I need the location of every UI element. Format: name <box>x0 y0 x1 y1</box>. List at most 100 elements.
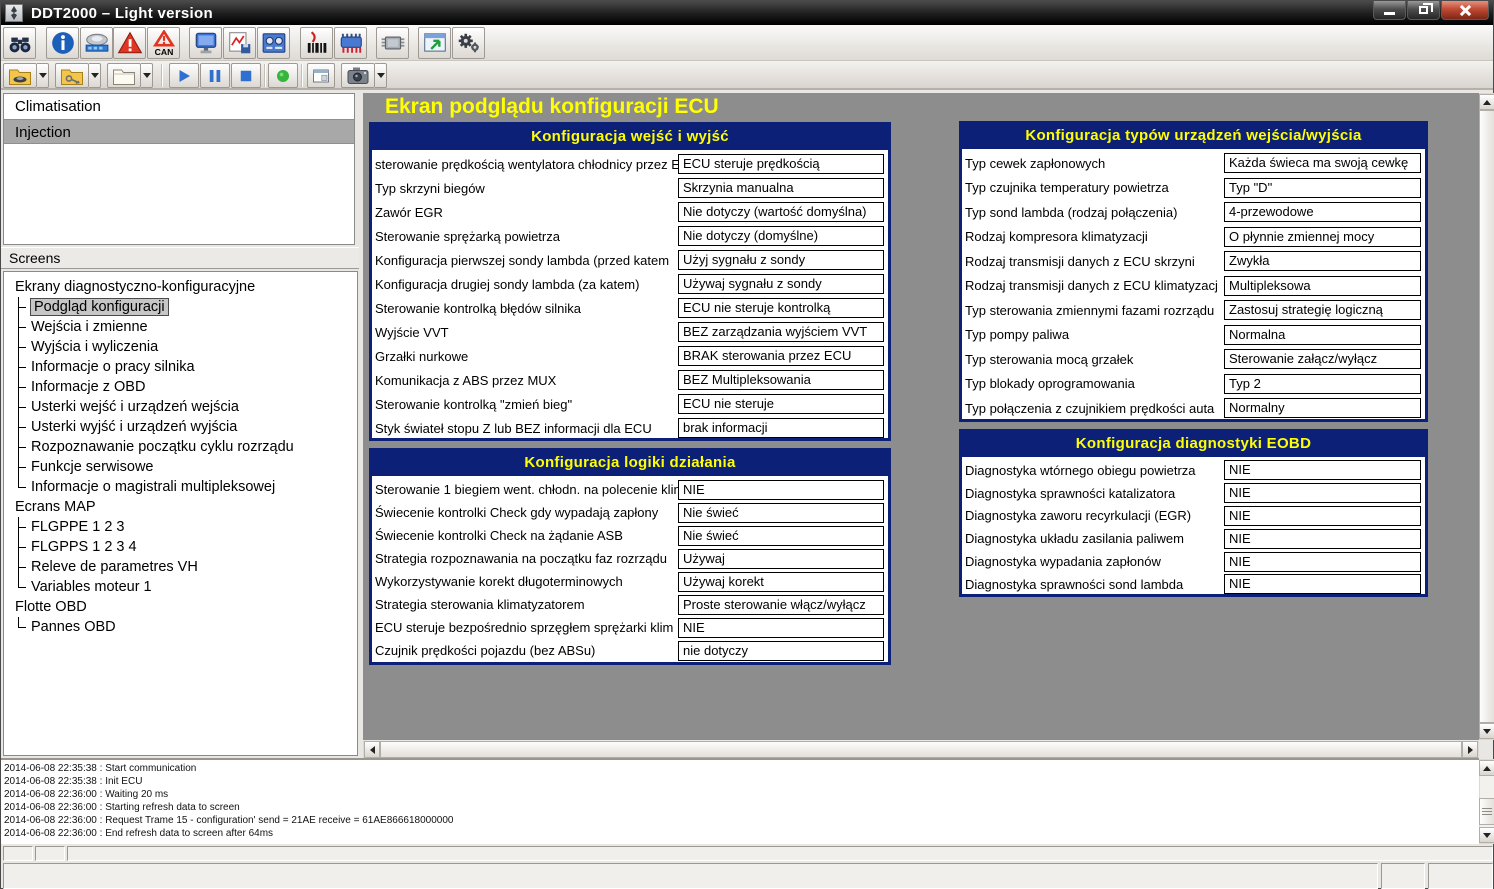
tree-item[interactable]: Usterki wyjść i urządzeń wyjścia <box>4 417 357 437</box>
screen-icon[interactable] <box>189 27 222 59</box>
panel-eobd-diagnostics: Konfiguracja diagnostyki EOBD Diagnostyk… <box>959 429 1428 597</box>
graph-save-icon[interactable] <box>223 27 256 59</box>
config-row: Sterowanie sprężarką powietrzaNie dotycz… <box>372 224 888 248</box>
tree-item-label: Informacje o pracy silnika <box>31 359 195 375</box>
scroll-up-button[interactable] <box>1479 760 1494 776</box>
info-icon[interactable] <box>46 27 79 59</box>
config-value: Typ "D" <box>1224 178 1421 198</box>
chevron-down-icon <box>377 73 385 78</box>
pause-icon[interactable] <box>200 63 230 88</box>
connector-icon[interactable] <box>334 27 367 59</box>
open-key-folder-dropdown[interactable] <box>89 63 101 88</box>
config-label: Zawór EGR <box>372 205 678 220</box>
config-value: Skrzynia manualna <box>678 178 884 198</box>
sidebar-item-injection[interactable]: Injection <box>4 119 354 144</box>
binoculars-search-icon[interactable] <box>3 27 36 59</box>
new-folder-dropdown[interactable] <box>141 63 153 88</box>
restore-button[interactable] <box>1407 1 1440 20</box>
log-vertical-scrollbar[interactable] <box>1479 759 1494 844</box>
config-label: Typ pompy paliwa <box>962 327 1224 342</box>
main-horizontal-scrollbar[interactable] <box>363 741 1479 758</box>
toolbar-secondary <box>1 61 1493 90</box>
open-vehicle-folder-dropdown[interactable] <box>37 63 49 88</box>
tree-item[interactable]: Rozpoznawanie początku cyklu rozrządu <box>4 437 357 457</box>
tree-item[interactable]: Informacje o magistrali multipleksowej <box>4 477 357 497</box>
config-label: ECU steruje bezpośrednio sprzęgłem spręż… <box>372 620 678 635</box>
scrollbar-thumb[interactable] <box>1479 110 1494 723</box>
log-line: 2014-06-08 22:35:38 : Start communicatio… <box>4 762 1479 775</box>
scroll-down-button[interactable] <box>1479 827 1494 843</box>
toolbar-separator <box>301 64 303 87</box>
tree-item[interactable]: Variables moteur 1 <box>4 577 357 597</box>
config-value: ECU nie steruje <box>678 394 884 414</box>
tree-item-label: Releve de parametres VH <box>31 559 198 575</box>
scroll-right-button[interactable] <box>1462 741 1478 758</box>
tree-item[interactable]: Pannes OBD <box>4 617 357 637</box>
config-row: Typ połączenia z czujnikiem prędkości au… <box>962 396 1425 421</box>
tree-item[interactable]: FLGPPE 1 2 3 <box>4 517 357 537</box>
vehicle-data-icon[interactable] <box>80 27 113 59</box>
config-row: Rodzaj kompresora klimatyzacjiO płynnie … <box>962 225 1425 250</box>
tree-item[interactable]: Wyjścia i wyliczenia <box>4 337 357 357</box>
config-row: Sterowanie kontrolką "zmień bieg"ECU nie… <box>372 392 888 416</box>
minimize-button[interactable] <box>1373 1 1406 20</box>
can-warning-icon[interactable]: CAN <box>147 27 180 59</box>
status-cell <box>1381 863 1425 889</box>
snapshot-camera-dropdown[interactable] <box>375 63 387 88</box>
config-label: Styk świateł stopu Z lub BEZ informacji … <box>372 421 678 436</box>
config-label: Rodzaj kompresora klimatyzacji <box>962 229 1224 244</box>
config-value: 4-przewodowe <box>1224 202 1421 222</box>
measurement-probe-icon[interactable] <box>300 27 333 59</box>
record-icon[interactable] <box>268 63 298 88</box>
close-button[interactable] <box>1441 1 1489 20</box>
tree-item[interactable]: Ekrany diagnostyczno-konfiguracyjne <box>4 277 357 297</box>
settings-gears-icon[interactable] <box>452 27 485 59</box>
scrollbar-thumb[interactable] <box>1479 798 1494 825</box>
form-window-icon[interactable] <box>307 63 335 88</box>
scroll-down-button[interactable] <box>1479 723 1494 739</box>
arrow-up-icon <box>1483 100 1491 105</box>
config-row: Świecenie kontrolki Check gdy wypadają z… <box>372 501 888 524</box>
open-key-folder-icon[interactable] <box>55 63 89 88</box>
snapshot-camera-icon[interactable] <box>341 63 375 88</box>
sidebar-item-climatisation[interactable]: Climatisation <box>4 94 354 119</box>
config-value: NIE <box>1224 483 1421 503</box>
new-folder-icon[interactable] <box>107 63 141 88</box>
control-panel-icon[interactable] <box>257 27 290 59</box>
log-line: 2014-06-08 22:36:00 : End refresh data t… <box>4 827 1479 840</box>
tree-item[interactable]: Usterki wejść i urządzeń wejścia <box>4 397 357 417</box>
arrow-up-icon <box>1483 766 1491 771</box>
tree-item[interactable]: Informacje o pracy silnika <box>4 357 357 377</box>
chip-icon[interactable] <box>376 27 409 59</box>
config-label: Diagnostyka wtórnego obiegu powietrza <box>962 463 1224 478</box>
main-vertical-scrollbar[interactable] <box>1479 93 1494 740</box>
config-value: nie dotyczy <box>678 641 884 661</box>
scroll-up-button[interactable] <box>1479 94 1494 110</box>
scrollbar-thumb[interactable] <box>380 741 1462 758</box>
window-export-icon[interactable] <box>418 27 451 59</box>
warning-icon[interactable] <box>113 27 146 59</box>
tree-item[interactable]: Informacje z OBD <box>4 377 357 397</box>
system-list: ClimatisationInjection <box>3 93 355 245</box>
config-label: Rodzaj transmisji danych z ECU klimatyza… <box>962 278 1224 293</box>
panel-title: Konfiguracja logiki działania <box>372 451 888 476</box>
open-vehicle-folder-icon[interactable] <box>3 63 37 88</box>
tree-item[interactable]: FLGPPS 1 2 3 4 <box>4 537 357 557</box>
play-icon[interactable] <box>169 63 199 88</box>
tree-item-label: Usterki wejść i urządzeń wejścia <box>31 399 239 415</box>
tree-item[interactable]: Releve de parametres VH <box>4 557 357 577</box>
toolbar-main: CAN <box>1 25 1493 61</box>
config-label: Typ połączenia z czujnikiem prędkości au… <box>962 401 1224 416</box>
config-row: Zawór EGRNie dotyczy (wartość domyślna) <box>372 200 888 224</box>
tree-item-label: Pannes OBD <box>31 619 116 635</box>
config-row: Diagnostyka zaworu recyrkulacji (EGR)NIE <box>962 505 1425 528</box>
config-row: Typ sterowania mocą grzałekSterowanie za… <box>962 347 1425 372</box>
tree-item[interactable]: Ecrans MAP <box>4 497 357 517</box>
tree-item[interactable]: Podgląd konfiguracji <box>4 297 357 317</box>
tree-item[interactable]: Funkcje serwisowe <box>4 457 357 477</box>
tree-item[interactable]: Wejścia i zmienne <box>4 317 357 337</box>
tree-item[interactable]: Flotte OBD <box>4 597 357 617</box>
config-value: BRAK sterowania przez ECU <box>678 346 884 366</box>
stop-icon[interactable] <box>231 63 261 88</box>
scroll-left-button[interactable] <box>364 741 380 758</box>
